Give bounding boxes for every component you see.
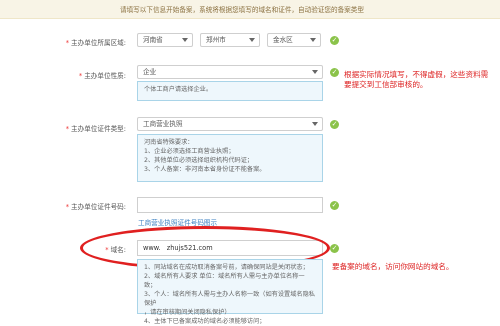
cert-type-label: * 主办单位证件类型: bbox=[65, 125, 126, 133]
region-label: * 主办单位所属区域: bbox=[65, 39, 126, 47]
chevron-down-icon bbox=[310, 38, 316, 42]
domain-annotation: 要备案的域名，访问你网站的域名。 bbox=[332, 262, 454, 271]
side-annotation: 根据实际情况填写，不得虚假，这些资料需要提交到工信部审核的。 bbox=[344, 70, 489, 89]
tip-item: 3、个人：域名所有人需与主办人名称一致（如有设置域名隐私保护 bbox=[144, 291, 315, 307]
nature-tip: 个体工商户请选择企业。 bbox=[137, 81, 323, 101]
tip-item: 4、主体下已备案成功的域名必须能够访问； bbox=[144, 318, 266, 325]
check-icon: ✓ bbox=[330, 120, 339, 129]
check-icon: ✓ bbox=[330, 244, 339, 253]
check-icon: ✓ bbox=[330, 201, 339, 210]
domain-tip: 1、同站域名在成功取消备案号前，请确保同站是关闭状态； 2、域名所有人要求 单位… bbox=[137, 259, 323, 325]
cert-number-label: * 主办单位证件号码: bbox=[65, 203, 126, 211]
cert-type-tip: 河南省特殊要求： 1、企业必须选择工商营业执照； 2、其他单位必须选择组织机构代… bbox=[137, 134, 323, 182]
city-select[interactable]: 郑州市 bbox=[200, 33, 260, 47]
chevron-down-icon bbox=[249, 38, 255, 42]
district-select[interactable]: 金水区 bbox=[267, 33, 321, 47]
tip-title: 河南省特殊要求： bbox=[144, 139, 194, 146]
cert-type-value: 工商营业执照 bbox=[143, 120, 183, 128]
check-icon: ✓ bbox=[330, 68, 339, 77]
check-icon: ✓ bbox=[330, 36, 339, 45]
cert-type-select[interactable]: 工商营业执照 bbox=[137, 117, 323, 131]
nature-value: 企业 bbox=[143, 68, 157, 76]
notice-text: 请填写以下信息开始备案，系统将根据您填写的域名和证件，自动验证您的备案类型 bbox=[120, 6, 364, 14]
nature-select[interactable]: 企业 bbox=[137, 65, 323, 79]
cert-number-input[interactable] bbox=[137, 197, 323, 213]
tip-item: 1、同站域名在成功取消备案号前，请确保同站是关闭状态； bbox=[144, 264, 309, 271]
district-value: 金水区 bbox=[273, 36, 293, 44]
tip-item: 2、域名所有人要求 单位：域名所有人需与主办单位名称一致； bbox=[144, 273, 305, 289]
tip-item: 3、个人备案：非河南本省身份证不能备案。 bbox=[144, 166, 266, 173]
province-value: 河南省 bbox=[143, 36, 163, 44]
province-select[interactable]: 河南省 bbox=[137, 33, 193, 47]
nature-label: * 主办单位性质: bbox=[78, 72, 126, 80]
tip-item: ，请在审核期间关闭隐私保护） bbox=[144, 309, 231, 316]
tip-item: 2、其他单位必须选择组织机构代码证； bbox=[144, 157, 254, 164]
chevron-down-icon bbox=[182, 38, 188, 42]
tip-item: 1、企业必须选择工商营业执照； bbox=[144, 148, 235, 155]
chevron-down-icon bbox=[312, 122, 318, 126]
chevron-down-icon bbox=[312, 70, 318, 74]
city-value: 郑州市 bbox=[206, 36, 226, 44]
